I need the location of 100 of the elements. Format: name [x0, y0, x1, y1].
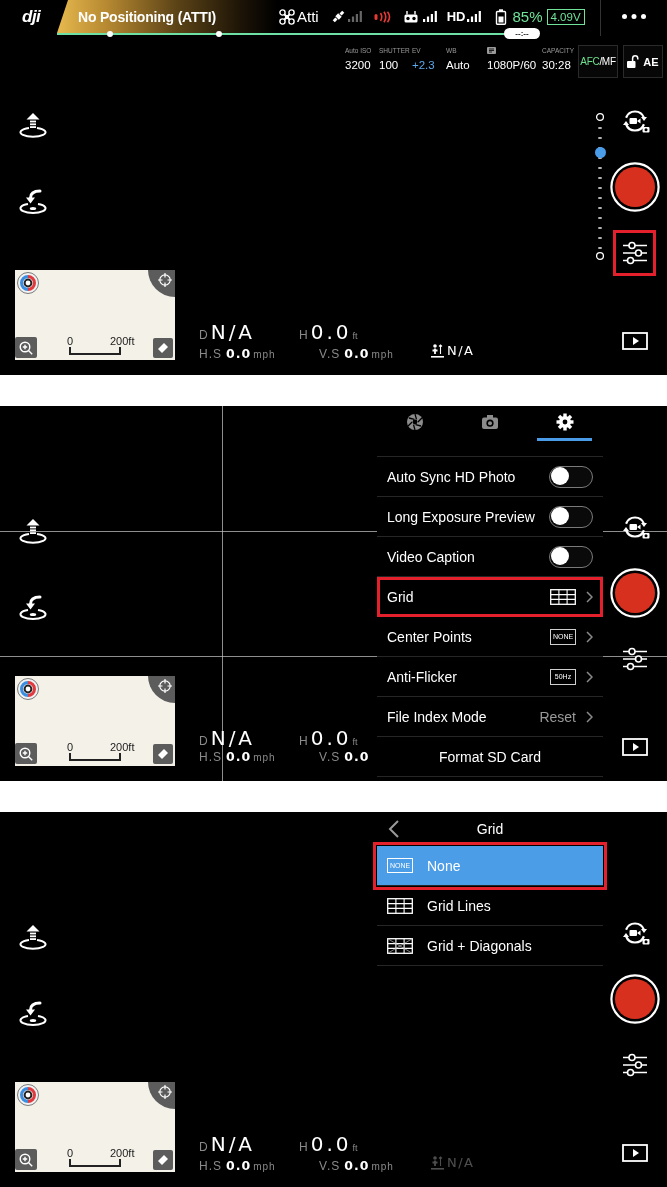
- settings-gear-icon: [555, 413, 574, 431]
- horizontal-speed-value: 0.0: [226, 345, 252, 361]
- speed-unit: mph: [253, 348, 276, 360]
- signal-bars-icon: [467, 11, 482, 22]
- camera-settings-button[interactable]: [613, 230, 656, 276]
- horizontal-speed-label: H.S: [199, 750, 222, 764]
- return-home-icon[interactable]: [19, 188, 47, 214]
- more-icon[interactable]: [621, 14, 646, 19]
- video-link-label: HD: [446, 9, 466, 24]
- setting-value: 30:28: [542, 58, 571, 72]
- takeoff-icon[interactable]: [19, 113, 47, 138]
- focus-mode-button[interactable]: AFC/MF: [578, 45, 618, 78]
- setting-value: +2.3: [412, 58, 435, 72]
- record-button[interactable]: [609, 974, 660, 1024]
- eraser-icon: [157, 748, 169, 760]
- grid-icon: [387, 897, 413, 914]
- zoom-in-button[interactable]: [15, 337, 37, 358]
- speed-unit: mph: [253, 752, 276, 763]
- vertical-slider[interactable]: [594, 112, 606, 261]
- menu-item[interactable]: Video Caption: [377, 537, 603, 577]
- menu-item[interactable]: Format SD Card: [377, 737, 603, 777]
- scale-bar-icon: [69, 1159, 121, 1167]
- clear-path-button[interactable]: [153, 744, 173, 764]
- vision-height-value: N/A: [447, 1155, 475, 1170]
- map-placeholder[interactable]: 0 200ft: [15, 676, 175, 766]
- vertical-speed-value: 0.0: [344, 749, 370, 764]
- scale-label: 200ft: [110, 1147, 135, 1159]
- map-placeholder[interactable]: 0 200ft: [15, 270, 175, 360]
- speed-unit: mph: [371, 1160, 394, 1172]
- takeoff-icon[interactable]: [19, 925, 47, 950]
- height-label: H: [299, 734, 308, 748]
- grid-icon: [550, 588, 576, 605]
- settings-sliders-icon: [622, 241, 647, 265]
- toggle-switch[interactable]: [549, 545, 593, 568]
- menu-item[interactable]: Grid: [377, 577, 603, 617]
- chevron-right-icon: [586, 630, 593, 643]
- playback-icon[interactable]: [621, 1144, 648, 1162]
- playback-icon[interactable]: [621, 738, 648, 756]
- aperture-icon: [405, 413, 424, 431]
- map-placeholder[interactable]: 0 200ft: [15, 1082, 175, 1172]
- height-unit: ft: [352, 737, 358, 747]
- eraser-icon: [157, 1154, 169, 1166]
- distance-label: D: [199, 734, 208, 748]
- playback-icon[interactable]: [621, 332, 648, 350]
- zoom-in-button[interactable]: [15, 1149, 37, 1170]
- distance-label: D: [199, 328, 208, 342]
- scale-bar-icon: [69, 347, 121, 355]
- vertical-speed-label: V.S: [319, 750, 341, 764]
- compass-icon: [17, 1084, 39, 1106]
- person-height-icon: [431, 1155, 444, 1170]
- takeoff-icon[interactable]: [19, 519, 47, 544]
- drone-icon: [279, 8, 295, 25]
- height-value: 0.0: [310, 1133, 352, 1155]
- scale-label: 0: [67, 335, 74, 347]
- compass-icon: [17, 272, 39, 294]
- setting-value: 100: [379, 58, 399, 72]
- return-home-icon[interactable]: [19, 594, 47, 620]
- vertical-speed-value: 0.0: [344, 345, 370, 361]
- grid-option[interactable]: Grid + Diagonals: [377, 926, 603, 966]
- satellite-icon: [330, 9, 346, 24]
- settings-sliders-icon: [622, 1053, 647, 1077]
- distance-value: N/A: [210, 321, 256, 343]
- toggle-switch[interactable]: [549, 505, 593, 528]
- back-icon[interactable]: [388, 820, 400, 838]
- clear-path-button[interactable]: [153, 338, 173, 358]
- positioning-status: No Positioning (ATTI): [78, 8, 216, 25]
- locate-button[interactable]: [148, 270, 175, 297]
- vertical-speed-label: V.S: [319, 1158, 341, 1173]
- timeline-marker-icon: [107, 31, 113, 37]
- menu-item[interactable]: File Index Mode Reset: [377, 697, 603, 737]
- clear-path-button[interactable]: [153, 1150, 173, 1170]
- speed-unit: mph: [371, 348, 394, 360]
- crosshair-icon: [158, 273, 172, 287]
- menu-item[interactable]: Auto Sync HD Photo: [377, 457, 603, 497]
- record-button[interactable]: [609, 568, 660, 618]
- person-height-icon: [431, 343, 444, 358]
- scale-label: 0: [67, 1147, 74, 1159]
- locate-button[interactable]: [148, 676, 175, 703]
- setting-value: 3200: [345, 58, 371, 72]
- zoom-in-button[interactable]: [15, 743, 37, 764]
- vision-height-value: N/A: [447, 343, 475, 358]
- toggle-switch[interactable]: [549, 465, 593, 488]
- scale-label: 200ft: [110, 741, 135, 753]
- distance-value: N/A: [210, 1133, 256, 1155]
- horizontal-speed-value: 0.0: [226, 1157, 252, 1173]
- slider-thumb[interactable]: [594, 146, 606, 158]
- record-button[interactable]: [609, 162, 660, 212]
- crosshair-icon: [158, 1085, 172, 1099]
- horizontal-speed-label: H.S: [199, 1158, 222, 1173]
- horizontal-speed-label: H.S: [199, 346, 222, 361]
- menu-item[interactable]: Long Exposure Preview: [377, 497, 603, 537]
- grid-option[interactable]: Grid Lines: [377, 886, 603, 926]
- height-value: 0.0: [310, 727, 352, 749]
- camera-icon: [480, 413, 499, 431]
- scale-bar-icon: [69, 753, 121, 761]
- ae-lock-button[interactable]: AE: [623, 45, 663, 78]
- chevron-right-icon: [586, 710, 593, 723]
- remote-controller-icon: [403, 10, 418, 23]
- return-home-icon[interactable]: [19, 1000, 47, 1026]
- locate-button[interactable]: [148, 1082, 175, 1109]
